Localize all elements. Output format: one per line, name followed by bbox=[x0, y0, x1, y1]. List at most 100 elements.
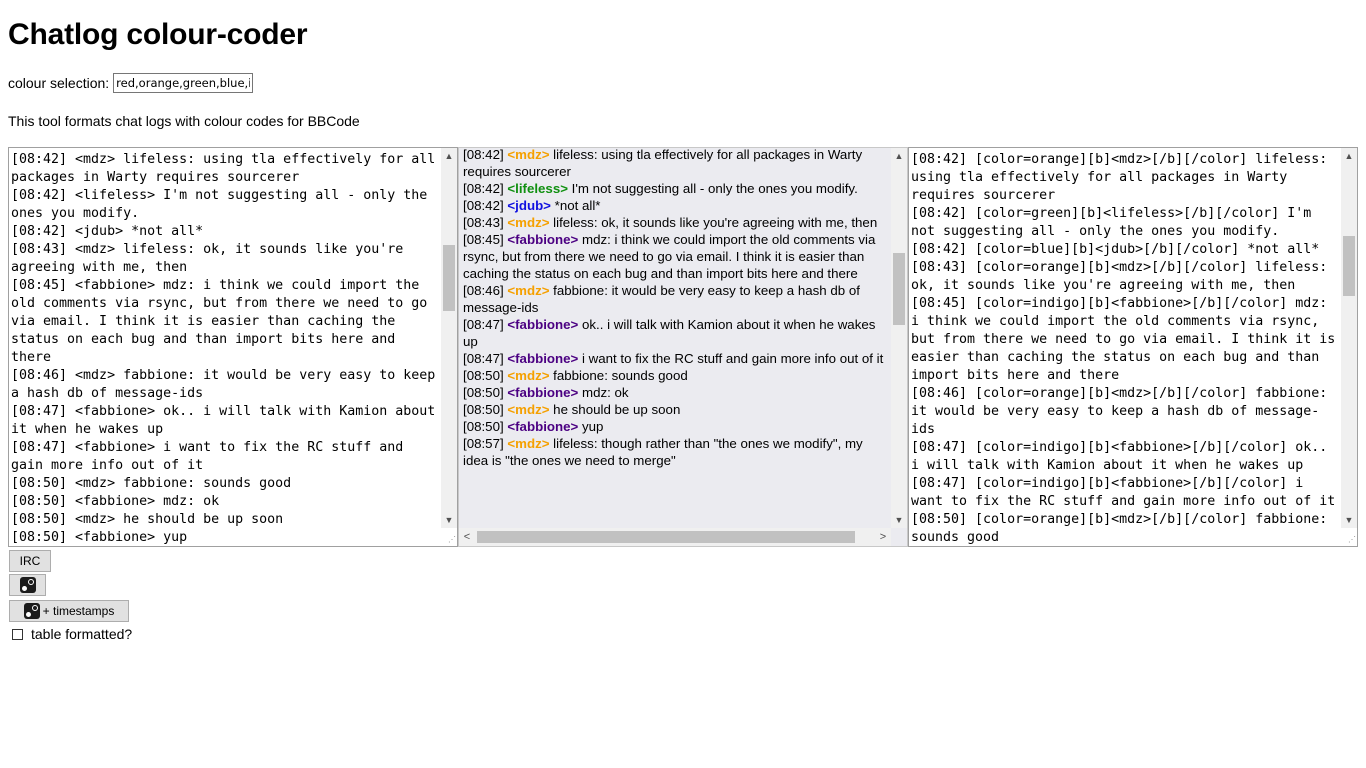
log-line: [08:46] <mdz> fabbione: it would be very… bbox=[11, 368, 444, 401]
input-log-textarea[interactable]: [08:42] <mdz> lifeless: using tla effect… bbox=[8, 147, 458, 547]
scroll-left-arrow-icon[interactable]: < bbox=[459, 528, 475, 546]
preview-content: [08:42] <mdz> lifeless: using tla effect… bbox=[459, 147, 889, 469]
preview-line: [08:57] <mdz> lifeless: though rather th… bbox=[463, 435, 889, 469]
preview-time: [08:42] bbox=[463, 198, 508, 213]
log-line: [08:42] [color=orange][b]<mdz>[/b][/colo… bbox=[911, 152, 1336, 203]
colour-selection-row: colour selection: bbox=[8, 73, 254, 93]
preview-time: [08:50] bbox=[463, 402, 508, 417]
preview-time: [08:43] bbox=[463, 215, 508, 230]
preview-time: [08:42] bbox=[463, 181, 508, 196]
preview-line: [08:42] <lifeless> I'm not suggesting al… bbox=[463, 180, 889, 197]
preview-horizontal-scrollbar[interactable]: < > bbox=[459, 528, 891, 546]
preview-line: [08:46] <mdz> fabbione: it would be very… bbox=[463, 282, 889, 316]
table-formatted-label: table formatted? bbox=[31, 626, 133, 642]
irc-button[interactable]: IRC bbox=[9, 550, 51, 572]
preview-line: [08:47] <fabbione> i want to fix the RC … bbox=[463, 350, 889, 367]
steam-timestamps-label: + timestamps bbox=[42, 604, 115, 618]
scroll-down-arrow-icon[interactable]: ▼ bbox=[891, 512, 907, 528]
preview-nick: <fabbione> bbox=[507, 419, 579, 434]
preview-message: lifeless: ok, it sounds like you're agre… bbox=[549, 215, 878, 230]
log-line: [08:50] <fabbione> yup bbox=[11, 530, 188, 545]
log-line: [08:43] <mdz> lifeless: ok, it sounds li… bbox=[11, 242, 412, 275]
log-line: [08:50] <mdz> fabbione: sounds good bbox=[11, 476, 292, 491]
preview-message: i want to fix the RC stuff and gain more… bbox=[578, 351, 884, 366]
log-line: [08:42] [color=blue][b]<jdub>[/b][/color… bbox=[911, 242, 1320, 257]
preview-line: [08:50] <fabbione> mdz: ok bbox=[463, 384, 889, 401]
log-line: [08:50] [color=orange][b]<mdz>[/b][/colo… bbox=[911, 512, 1336, 545]
log-line: [08:43] [color=orange][b]<mdz>[/b][/colo… bbox=[911, 260, 1336, 293]
preview-nick: <fabbione> bbox=[507, 385, 579, 400]
scroll-up-arrow-icon[interactable]: ▲ bbox=[891, 148, 907, 164]
preview-message: fabbione: sounds good bbox=[549, 368, 688, 383]
table-formatted-checkbox[interactable] bbox=[12, 628, 23, 640]
preview-line: [08:50] <mdz> fabbione: sounds good bbox=[463, 367, 889, 384]
steam-icon bbox=[23, 603, 40, 619]
steam-icon bbox=[19, 577, 36, 593]
preview-line: [08:50] <mdz> he should be up soon bbox=[463, 401, 889, 418]
preview-nick: <mdz> bbox=[507, 402, 550, 417]
preview-message: I'm not suggesting all - only the ones y… bbox=[567, 181, 858, 196]
preview-nick: <mdz> bbox=[507, 147, 550, 162]
log-line: [08:45] <fabbione> mdz: i think we could… bbox=[11, 278, 436, 365]
preview-line: [08:47] <fabbione> ok.. i will talk with… bbox=[463, 316, 889, 350]
steam-timestamps-button[interactable]: + timestamps bbox=[9, 600, 129, 622]
log-line: [08:50] <fabbione> mdz: ok bbox=[11, 494, 220, 509]
preview-message: *not all* bbox=[550, 198, 601, 213]
preview-line: [08:43] <mdz> lifeless: ok, it sounds li… bbox=[463, 214, 889, 231]
output-log-content[interactable]: [08:42] [color=orange][b]<mdz>[/b][/colo… bbox=[909, 148, 1340, 546]
preview-line: [08:45] <fabbione> mdz: i think we could… bbox=[463, 231, 889, 282]
preview-nick: <lifeless> bbox=[507, 181, 568, 196]
log-line: [08:42] <lifeless> I'm not suggesting al… bbox=[11, 188, 436, 221]
preview-message: yup bbox=[578, 419, 604, 434]
scroll-up-arrow-icon[interactable]: ▲ bbox=[1341, 148, 1357, 164]
log-line: [08:42] <jdub> *not all* bbox=[11, 224, 204, 239]
preview-message: mdz: ok bbox=[578, 385, 629, 400]
scroll-thumb[interactable] bbox=[1343, 236, 1355, 296]
output-vertical-scrollbar[interactable]: ▲ ▼ bbox=[1341, 148, 1357, 528]
preview-nick: <mdz> bbox=[507, 283, 550, 298]
description-text: This tool formats chat logs with colour … bbox=[8, 113, 360, 129]
preview-vertical-scrollbar[interactable]: ▲ ▼ bbox=[891, 148, 907, 528]
log-line: [08:47] [color=indigo][b]<fabbione>[/b][… bbox=[911, 476, 1336, 509]
table-formatted-row: table formatted? bbox=[12, 626, 132, 642]
preview-nick: <mdz> bbox=[507, 368, 550, 383]
preview-nick: <jdub> bbox=[507, 198, 551, 213]
preview-pane: [08:42] <mdz> lifeless: using tla effect… bbox=[458, 147, 908, 547]
scroll-down-arrow-icon[interactable]: ▼ bbox=[1341, 512, 1357, 528]
preview-time: [08:47] bbox=[463, 351, 508, 366]
scroll-right-arrow-icon[interactable]: > bbox=[875, 528, 891, 546]
preview-line: [08:42] <mdz> lifeless: using tla effect… bbox=[463, 147, 889, 180]
preview-line: [08:50] <fabbione> yup bbox=[463, 418, 889, 435]
input-vertical-scrollbar[interactable]: ▲ ▼ bbox=[441, 148, 457, 528]
scroll-thumb-horizontal[interactable] bbox=[477, 531, 855, 543]
preview-time: [08:50] bbox=[463, 368, 508, 383]
input-log-content[interactable]: [08:42] <mdz> lifeless: using tla effect… bbox=[9, 148, 444, 546]
steam-button[interactable] bbox=[9, 574, 46, 596]
log-line: [08:50] <mdz> he should be up soon bbox=[11, 512, 284, 527]
preview-time: [08:47] bbox=[463, 317, 508, 332]
preview-nick: <fabbione> bbox=[507, 351, 579, 366]
preview-nick: <mdz> bbox=[507, 215, 550, 230]
scroll-thumb[interactable] bbox=[893, 253, 905, 325]
colour-selection-label: colour selection: bbox=[8, 75, 110, 91]
resize-grip-icon[interactable]: ⋰ bbox=[446, 535, 456, 545]
scroll-thumb[interactable] bbox=[443, 245, 455, 311]
log-line: [08:42] <mdz> lifeless: using tla effect… bbox=[11, 152, 444, 185]
resize-grip-icon[interactable]: ⋰ bbox=[1346, 535, 1356, 545]
page-title: Chatlog colour-coder bbox=[8, 18, 308, 51]
scroll-up-arrow-icon[interactable]: ▲ bbox=[441, 148, 457, 164]
scroll-down-arrow-icon[interactable]: ▼ bbox=[441, 512, 457, 528]
preview-time: [08:42] bbox=[463, 147, 508, 162]
preview-line: [08:42] <jdub> *not all* bbox=[463, 197, 889, 214]
preview-message: he should be up soon bbox=[549, 402, 681, 417]
log-line: [08:47] <fabbione> ok.. i will talk with… bbox=[11, 404, 444, 437]
preview-time: [08:57] bbox=[463, 436, 508, 451]
output-bbcode-textarea[interactable]: [08:42] [color=orange][b]<mdz>[/b][/colo… bbox=[908, 147, 1358, 547]
preview-time: [08:50] bbox=[463, 385, 508, 400]
preview-nick: <fabbione> bbox=[507, 232, 579, 247]
preview-time: [08:45] bbox=[463, 232, 508, 247]
log-line: [08:46] [color=orange][b]<mdz>[/b][/colo… bbox=[911, 386, 1336, 437]
preview-nick: <fabbione> bbox=[507, 317, 579, 332]
log-line: [08:47] <fabbione> i want to fix the RC … bbox=[11, 440, 412, 473]
colour-selection-input[interactable] bbox=[113, 73, 254, 93]
